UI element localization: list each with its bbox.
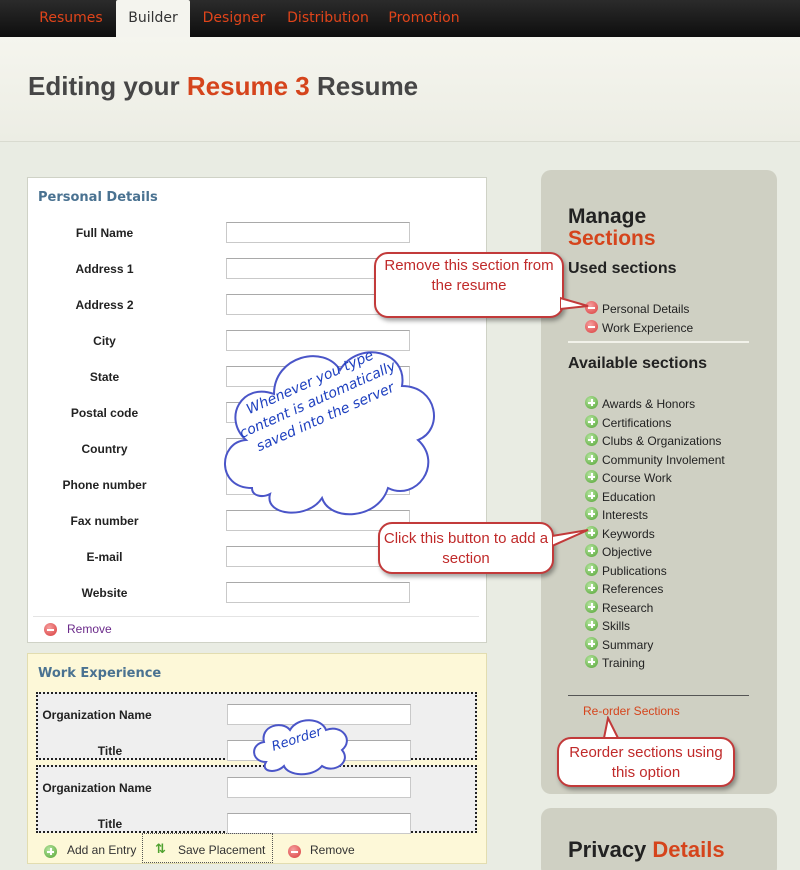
field-label-title: Title: [97, 817, 123, 831]
full-name-input[interactable]: [226, 222, 410, 243]
add-entry-button[interactable]: Add an Entry: [67, 843, 136, 857]
available-section-item[interactable]: Publications: [602, 564, 667, 578]
divider: [568, 341, 749, 343]
organization-name-input[interactable]: [227, 777, 411, 798]
add-icon[interactable]: [585, 600, 598, 613]
available-section-item[interactable]: Awards & Honors: [602, 397, 695, 411]
tab-resumes[interactable]: Resumes: [27, 0, 115, 37]
available-section-item[interactable]: Keywords: [602, 527, 655, 541]
privacy-word: Privacy: [568, 837, 647, 862]
title-input[interactable]: [227, 813, 411, 834]
personal-details-title: Personal Details: [38, 190, 158, 205]
available-sections-title: Available sections: [568, 355, 708, 372]
available-section-item[interactable]: Clubs & Organizations: [602, 434, 721, 448]
sections-heading-text: Sections: [568, 227, 656, 250]
add-icon[interactable]: [585, 655, 598, 668]
add-icon[interactable]: [585, 507, 598, 520]
remove-section-callout: Remove this section from the resume: [374, 252, 564, 318]
remove-personal-details-button[interactable]: Remove: [67, 622, 112, 636]
top-nav: Resumes Builder Designer Distribution Pr…: [0, 0, 800, 37]
callout-pointer: [602, 716, 620, 739]
available-section-item[interactable]: Research: [602, 601, 653, 615]
callout-pointer: [560, 296, 589, 311]
field-label-address-2: Address 2: [75, 298, 134, 312]
add-icon[interactable]: [585, 563, 598, 576]
remove-icon[interactable]: [585, 320, 598, 333]
remove-work-experience-button[interactable]: Remove: [310, 843, 355, 857]
tab-builder[interactable]: Builder: [116, 0, 190, 37]
add-icon[interactable]: [585, 470, 598, 483]
add-icon[interactable]: [585, 415, 598, 428]
resume-name: Resume 3: [186, 71, 310, 101]
available-section-item[interactable]: Training: [602, 656, 645, 670]
available-section-item[interactable]: Interests: [602, 508, 648, 522]
details-word: Details: [652, 837, 725, 862]
website-input[interactable]: [226, 582, 410, 603]
used-section-item[interactable]: Work Experience: [602, 321, 693, 335]
field-label-website: Website: [81, 586, 128, 600]
field-label-address-1: Address 1: [75, 262, 134, 276]
sections-heading: Sections: [568, 228, 656, 250]
title-suffix: Resume: [316, 71, 419, 101]
available-section-item[interactable]: Skills: [602, 619, 630, 633]
field-label-full-name: Full Name: [75, 226, 134, 240]
field-label-organization-name: Organization Name: [42, 781, 152, 795]
divider: [33, 616, 479, 617]
available-section-item[interactable]: Certifications: [602, 416, 671, 430]
used-sections-title: Used sections: [568, 260, 677, 277]
manage-heading: Manage: [568, 205, 647, 228]
callout-pointer: [552, 529, 589, 548]
available-section-item[interactable]: References: [602, 582, 663, 596]
available-section-item[interactable]: Education: [602, 490, 655, 504]
divider: [568, 695, 749, 696]
available-section-item[interactable]: Course Work: [602, 471, 672, 485]
available-section-item[interactable]: Objective: [602, 545, 652, 559]
field-label-city: City: [93, 334, 116, 348]
field-label-title: Title: [97, 744, 123, 758]
add-icon[interactable]: [585, 433, 598, 446]
available-section-item[interactable]: Community Involement: [602, 453, 725, 467]
available-section-item[interactable]: Summary: [602, 638, 653, 652]
remove-icon[interactable]: [288, 845, 301, 858]
privacy-details-heading: Privacy Details: [568, 837, 725, 863]
add-icon[interactable]: [585, 637, 598, 650]
field-label-state: State: [89, 370, 120, 384]
add-icon[interactable]: [44, 845, 57, 858]
add-section-callout: Click this button to add a section: [378, 522, 554, 574]
used-section-item[interactable]: Personal Details: [602, 302, 689, 316]
reorder-sections-link[interactable]: Re-order Sections: [583, 704, 680, 718]
add-icon[interactable]: [585, 489, 598, 502]
tab-designer[interactable]: Designer: [193, 0, 275, 37]
reorder-arrows-icon: ⇅: [155, 842, 166, 857]
page-title: Editing your Resume 3 Resume: [28, 71, 418, 102]
field-label-phone-number: Phone number: [62, 478, 147, 492]
add-icon[interactable]: [585, 618, 598, 631]
add-icon[interactable]: [585, 396, 598, 409]
reorder-sections-callout: Reorder sections using this option: [557, 737, 735, 787]
add-icon[interactable]: [585, 452, 598, 465]
field-label-fax-number: Fax number: [70, 514, 139, 528]
field-label-organization-name: Organization Name: [42, 708, 152, 722]
tab-distribution[interactable]: Distribution: [280, 0, 376, 37]
work-experience-title: Work Experience: [38, 666, 162, 681]
add-icon[interactable]: [585, 581, 598, 594]
field-label-email: E-mail: [86, 550, 123, 564]
field-label-country: Country: [81, 442, 128, 456]
remove-icon[interactable]: [44, 623, 57, 636]
title-prefix: Editing your: [28, 71, 180, 101]
page-header: Editing your Resume 3 Resume: [0, 37, 800, 142]
save-placement-label: Save Placement: [178, 843, 266, 857]
tab-promotion[interactable]: Promotion: [381, 0, 467, 37]
field-label-postal-code: Postal code: [70, 406, 139, 420]
